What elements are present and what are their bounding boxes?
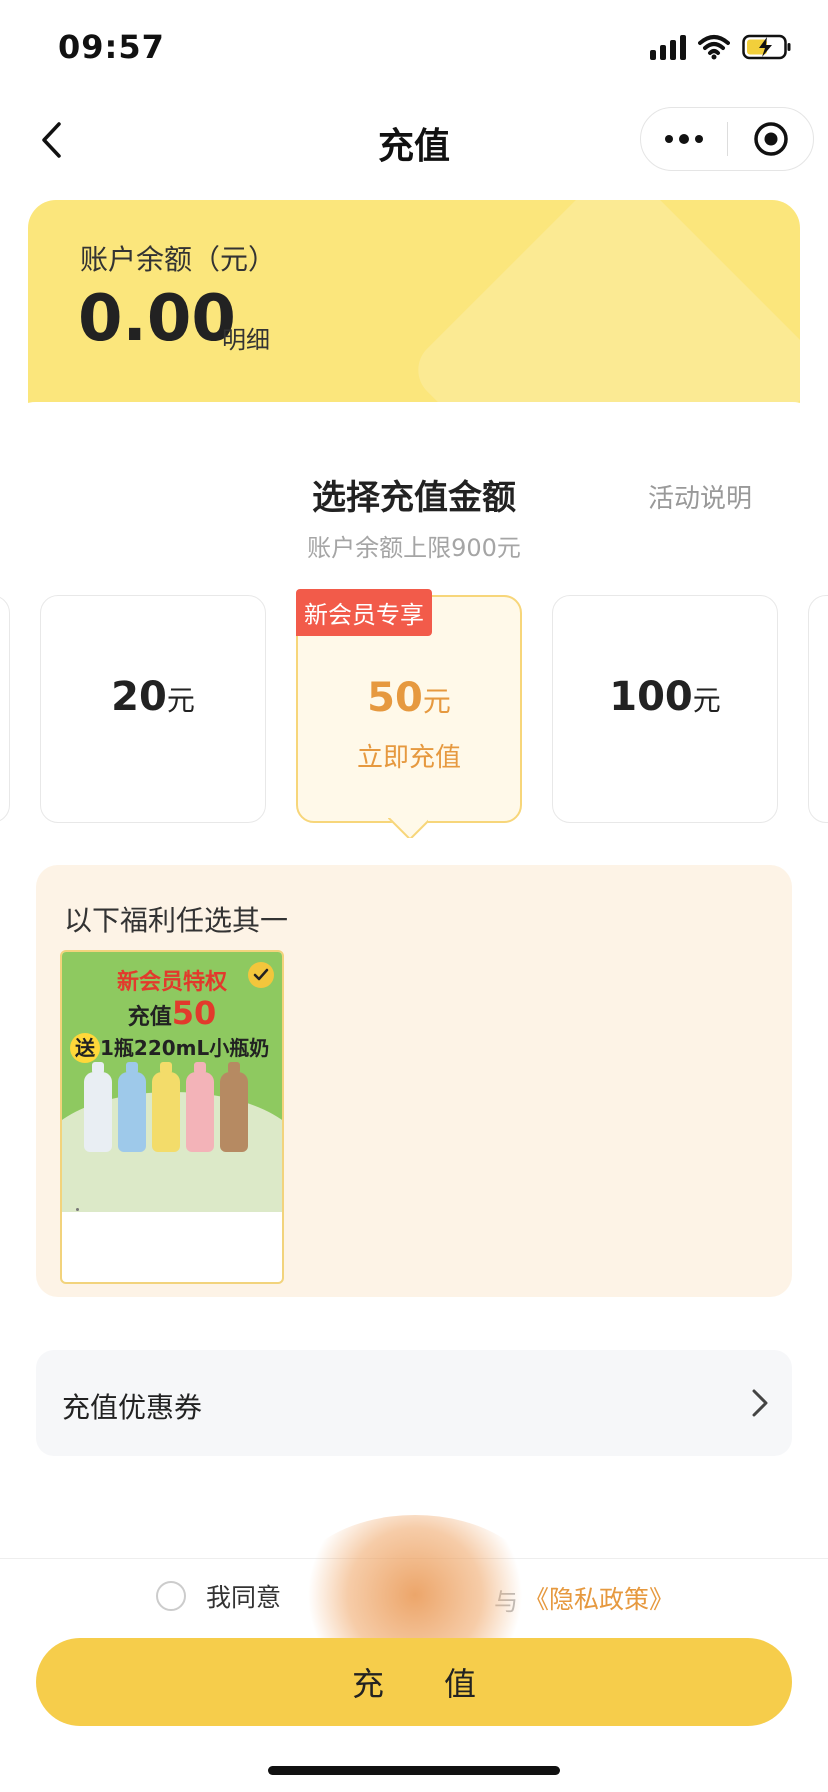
chevron-right-icon	[752, 1389, 768, 1417]
milk-bottle-icon	[220, 1062, 248, 1152]
home-indicator	[268, 1766, 560, 1775]
balance-limit-text: 账户余额上限900元	[307, 534, 521, 562]
card-decoration	[405, 200, 800, 430]
nav-bar: 充值	[0, 95, 828, 185]
recharge-button-label: 充值	[351, 1665, 536, 1703]
selection-pointer	[388, 818, 428, 838]
target-circle-icon	[753, 122, 788, 156]
balance-value: 0.00	[78, 282, 236, 356]
milk-bottles	[84, 1062, 248, 1152]
amount-value: 50元	[367, 675, 451, 721]
amount-card-20[interactable]: 20元	[40, 595, 266, 823]
recharge-page: 09:57 充值 账户余额（元） 0.00 明细 选择充值金额 活动说明 账户余…	[0, 0, 828, 1792]
more-dots-icon	[665, 134, 703, 144]
coupon-label: 充值优惠券	[62, 1391, 203, 1424]
signal-icon	[650, 34, 686, 60]
benefits-title: 以下福利任选其一	[64, 904, 289, 937]
promo-recharge-line: 充值50	[127, 994, 217, 1032]
status-icons	[650, 34, 792, 60]
promo-gift-line: 送 1瓶220mL小瓶奶	[70, 1032, 269, 1063]
new-member-tag: 新会员专享	[296, 589, 432, 636]
amount-value: 20元	[111, 674, 195, 720]
amount-card-100[interactable]: 100元	[552, 595, 778, 823]
status-time: 09:57	[58, 28, 165, 66]
amount-card-50[interactable]: 新会员专享 50元 立即充值	[296, 589, 522, 823]
amount-value: 100元	[609, 674, 721, 720]
recharge-button[interactable]: 充值	[36, 1638, 792, 1726]
milk-bottle-icon	[118, 1062, 146, 1152]
mini-program-capsule	[640, 107, 814, 171]
agree-radio[interactable]	[156, 1581, 186, 1611]
agreement-row: 我同意	[156, 1578, 281, 1614]
milk-bottle-icon	[186, 1062, 214, 1152]
milk-bottle-icon	[84, 1062, 112, 1152]
balance-detail-link[interactable]: 明细	[222, 320, 270, 355]
activity-rules-link[interactable]: 活动说明	[648, 478, 752, 515]
promo-dot	[76, 1208, 79, 1211]
close-mini-program-button[interactable]	[728, 108, 813, 170]
benefits-box: 以下福利任选其一 新会员特权 充值50 送 1瓶220mL小瓶奶	[36, 865, 792, 1297]
benefit-option-card[interactable]: 新会员特权 充值50 送 1瓶220mL小瓶奶	[60, 950, 284, 1284]
milk-bottle-icon	[152, 1062, 180, 1152]
recharge-now-label: 立即充值	[356, 743, 461, 773]
wifi-icon	[698, 35, 730, 60]
coupon-row[interactable]: 充值优惠券	[36, 1350, 792, 1456]
balance-label: 账户余额（元）	[80, 243, 277, 276]
agree-text: 我同意	[206, 1583, 282, 1612]
selected-check-icon	[248, 962, 274, 988]
status-bar: 09:57	[0, 0, 828, 95]
balance-card: 账户余额（元） 0.00 明细	[28, 200, 800, 430]
amount-card-partial-left[interactable]	[0, 595, 10, 823]
amount-card-partial-right[interactable]	[808, 595, 828, 823]
privacy-policy-link[interactable]: 《隐私政策》	[524, 1580, 674, 1616]
more-button[interactable]	[641, 108, 727, 170]
promo-image: 新会员特权 充值50 送 1瓶220mL小瓶奶	[62, 952, 282, 1212]
battery-charging-icon	[742, 34, 791, 60]
